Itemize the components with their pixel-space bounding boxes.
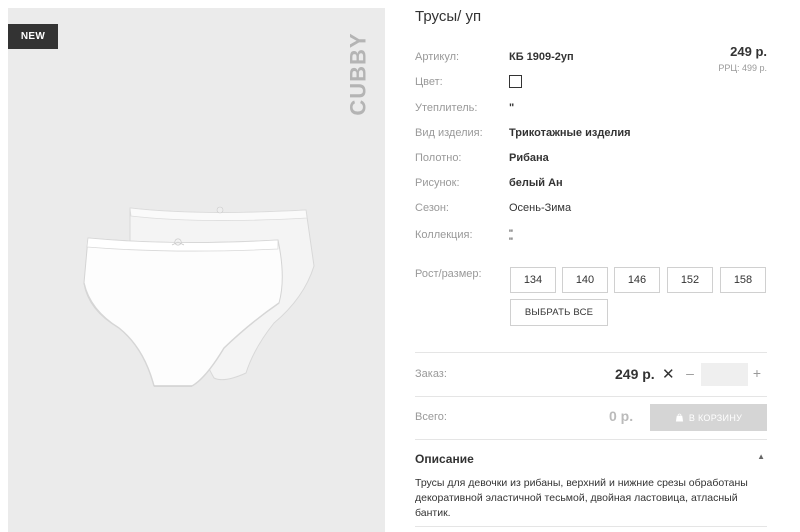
attribute-value: " bbox=[509, 102, 515, 114]
divider bbox=[415, 526, 767, 527]
product-title: Трусы/ уп bbox=[415, 8, 482, 25]
add-to-cart-label: В КОРЗИНУ bbox=[688, 412, 743, 423]
total-value: 0 р. bbox=[609, 408, 634, 424]
decrease-quantity-button[interactable]: – bbox=[685, 365, 695, 381]
attribute-value: Осень-Зима bbox=[509, 202, 572, 214]
attribute-value: белый Ан bbox=[509, 177, 563, 189]
brand-logo: CUBBY bbox=[343, 26, 375, 121]
attribute-value: Рибана bbox=[509, 152, 549, 164]
attribute-label: Вид изделия: bbox=[415, 127, 483, 139]
caret-up-icon[interactable]: ▲ bbox=[757, 452, 765, 461]
new-badge: NEW bbox=[8, 24, 58, 49]
brand-logo-text: CUBBY bbox=[346, 31, 372, 116]
increase-quantity-button[interactable]: + bbox=[751, 365, 763, 381]
product-price: 249 р. bbox=[730, 44, 767, 59]
size-option-152[interactable]: 152 bbox=[667, 267, 713, 293]
add-to-cart-button[interactable]: В КОРЗИНУ bbox=[650, 404, 767, 431]
total-label: Всего: bbox=[415, 411, 447, 423]
description-text: Трусы для девочки из рибаны, верхний и н… bbox=[415, 477, 748, 519]
attribute-label: Цвет: bbox=[415, 76, 443, 88]
size-option-146[interactable]: 146 bbox=[614, 267, 660, 293]
divider bbox=[415, 439, 767, 440]
attribute-label: Сезон: bbox=[415, 202, 449, 214]
times-icon: ✕ bbox=[662, 366, 675, 383]
attribute-label: Утеплитель: bbox=[415, 102, 478, 114]
order-label: Заказ: bbox=[415, 368, 447, 380]
attribute-label: Полотно: bbox=[415, 152, 462, 164]
size-label: Рост/размер: bbox=[415, 268, 482, 280]
attribute-label: Артикул: bbox=[415, 51, 460, 63]
size-option-140[interactable]: 140 bbox=[562, 267, 608, 293]
product-image-panel: NEW CUBBY bbox=[8, 8, 385, 532]
attribute-value: КБ 1909-2уп bbox=[509, 51, 574, 63]
order-price: 249 р. bbox=[615, 366, 655, 382]
size-option-158[interactable]: 158 bbox=[720, 267, 766, 293]
color-swatch[interactable] bbox=[509, 75, 522, 88]
attribute-value: " " bbox=[509, 228, 513, 248]
size-option-134[interactable]: 134 bbox=[510, 267, 556, 293]
shopping-bag-icon bbox=[675, 413, 683, 422]
description-title[interactable]: Описание bbox=[415, 452, 474, 466]
product-photo bbox=[83, 206, 315, 387]
attribute-label: Рисунок: bbox=[415, 177, 460, 189]
divider bbox=[415, 396, 767, 397]
divider bbox=[415, 352, 767, 353]
select-all-sizes-button[interactable]: ВЫБРАТЬ ВСЕ bbox=[510, 299, 608, 326]
recommended-retail-price: РРЦ: 499 р. bbox=[718, 63, 767, 73]
quantity-input[interactable] bbox=[701, 363, 748, 386]
attribute-value: Трикотажные изделия bbox=[509, 127, 631, 139]
attribute-label: Коллекция: bbox=[415, 229, 473, 241]
